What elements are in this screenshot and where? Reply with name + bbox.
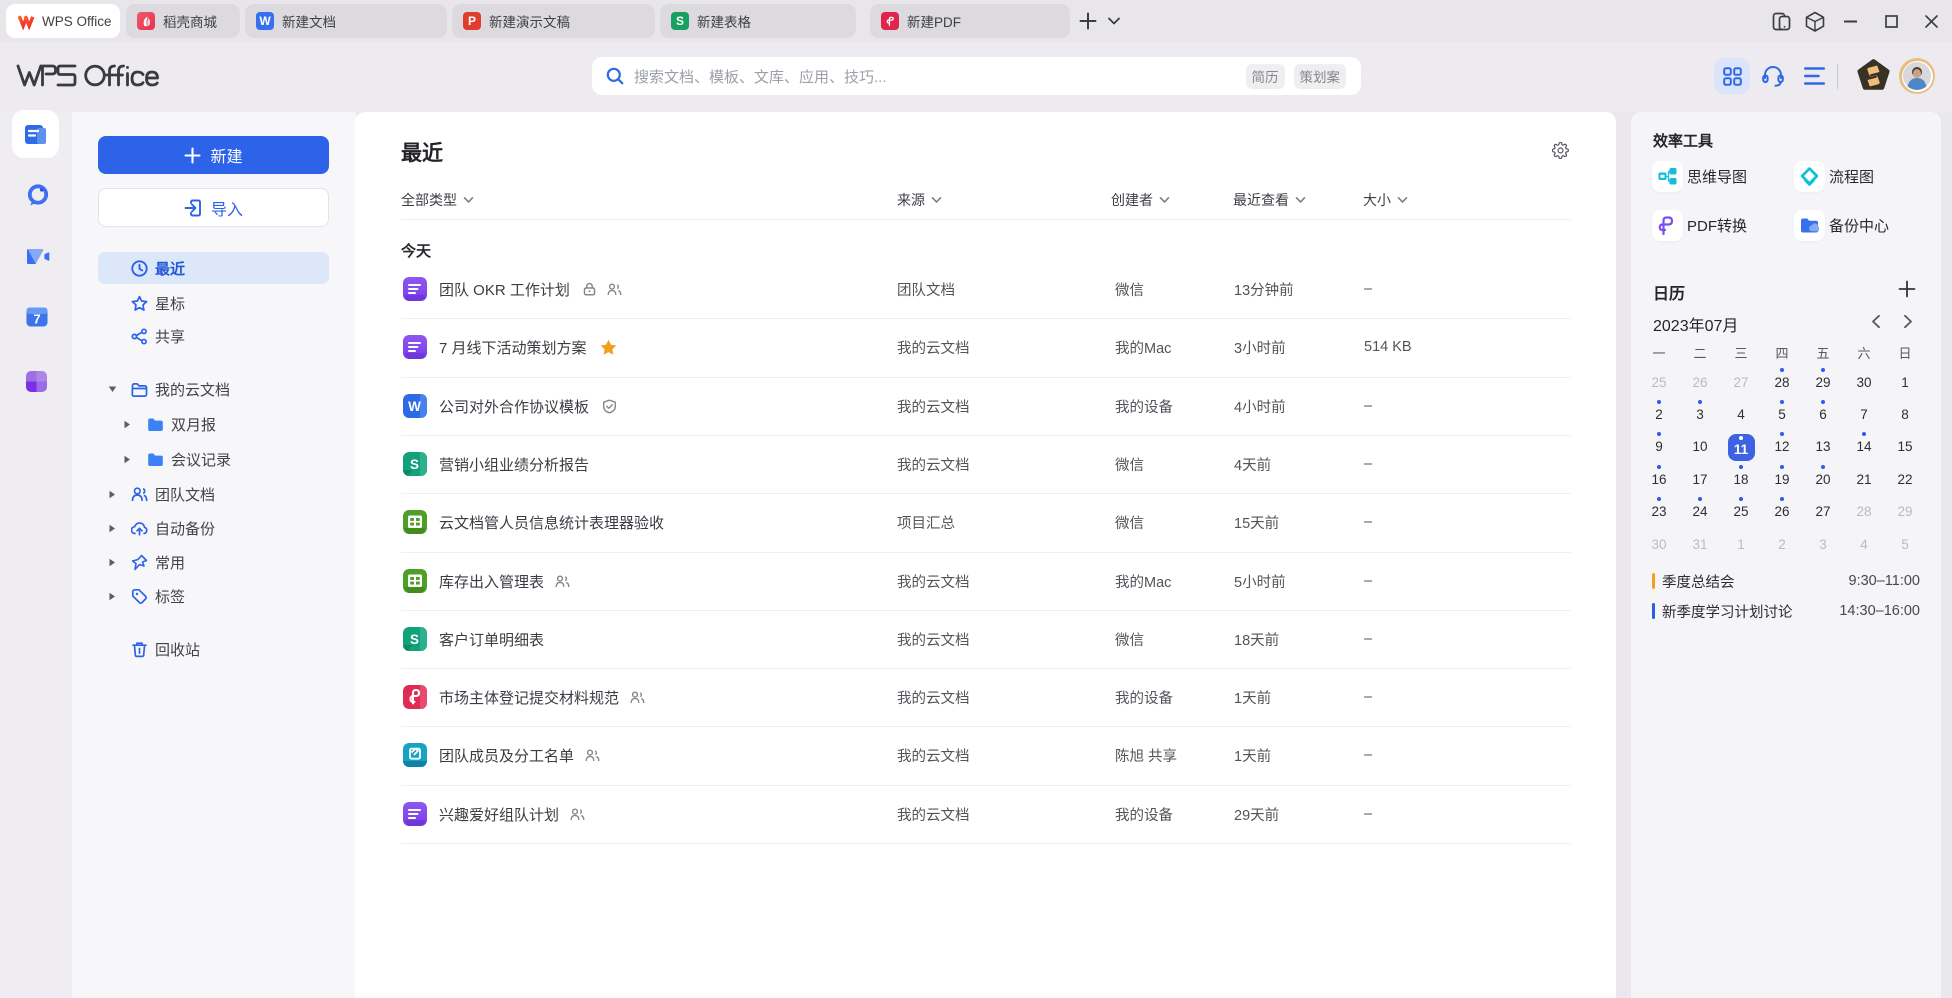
svg-text:7: 7: [33, 312, 40, 327]
svg-text:W: W: [408, 399, 421, 414]
svg-text:S: S: [410, 457, 419, 472]
svg-text:S: S: [410, 632, 419, 647]
